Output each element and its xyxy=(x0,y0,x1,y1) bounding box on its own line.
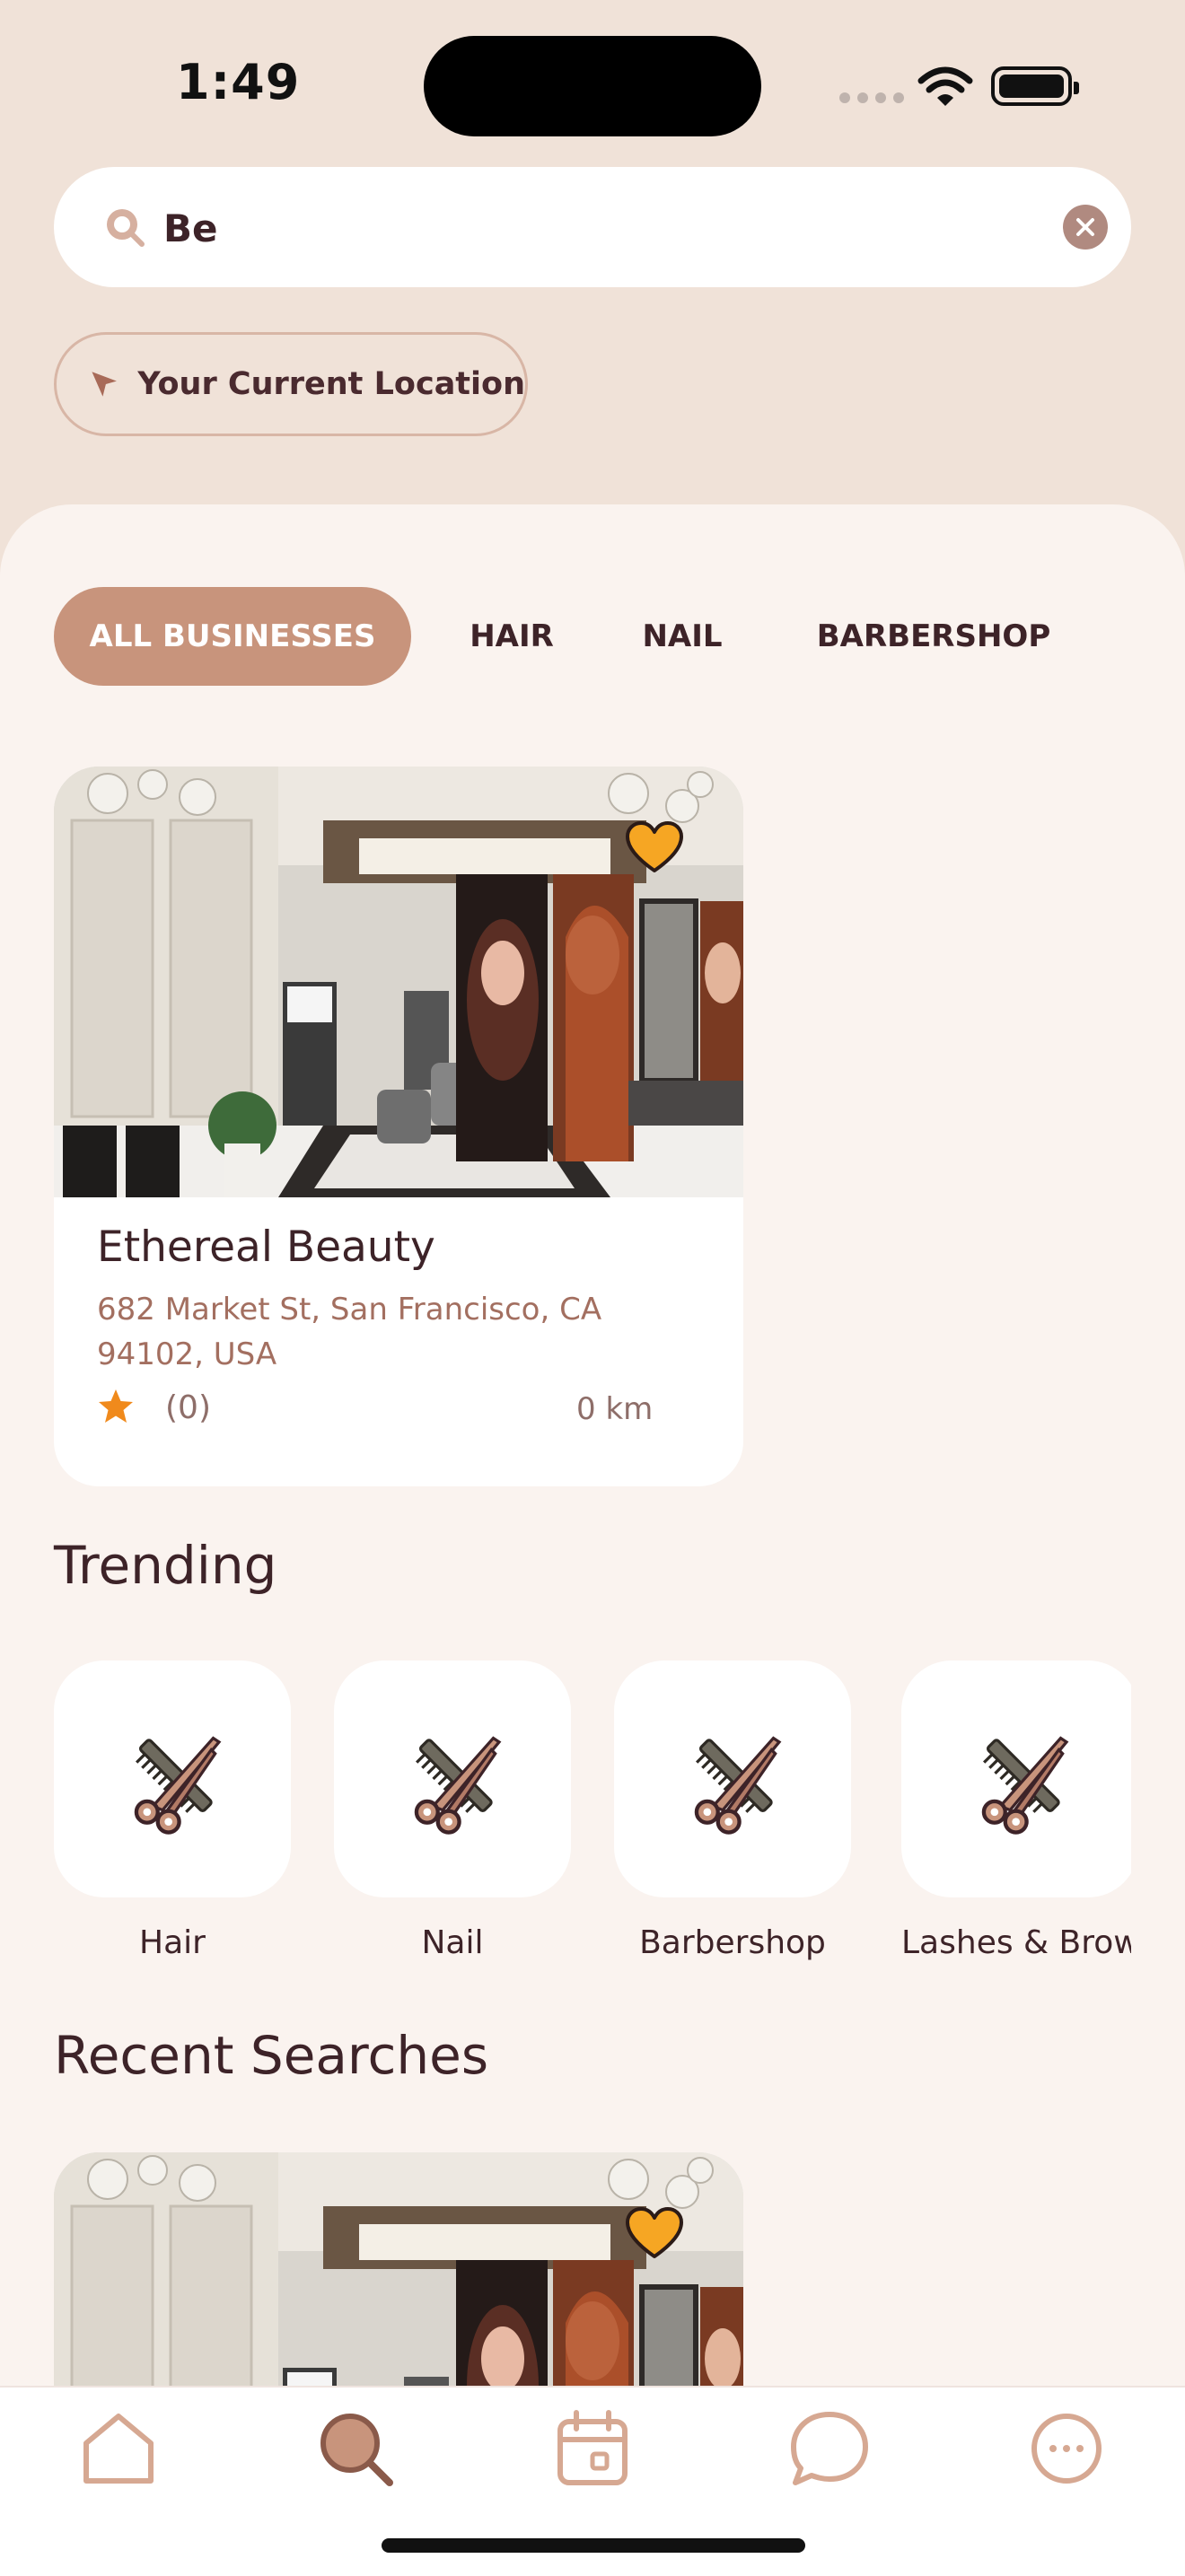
clear-search-button[interactable] xyxy=(1063,205,1108,250)
search-input[interactable] xyxy=(162,190,1063,266)
favorite-heart-icon[interactable] xyxy=(625,820,684,874)
current-location-button[interactable]: Your Current Location xyxy=(54,332,528,436)
home-indicator xyxy=(382,2538,805,2553)
scissors-comb-icon xyxy=(674,1721,791,1837)
wifi-icon xyxy=(917,66,973,106)
scissors-comb-icon xyxy=(961,1721,1078,1837)
trending-category-lashes-brows[interactable]: Lashes & Brows xyxy=(901,1660,1131,1961)
close-icon xyxy=(1076,218,1094,236)
category-label: Hair xyxy=(139,1924,206,1961)
more-icon[interactable] xyxy=(1022,2404,1111,2493)
trending-title: Trending xyxy=(54,1535,277,1596)
trending-category-hair[interactable]: Hair xyxy=(54,1660,291,1961)
tab-nail[interactable]: NAIL xyxy=(610,587,754,686)
favorite-heart-icon[interactable] xyxy=(625,2206,684,2260)
category-label: Lashes & Brows xyxy=(901,1924,1131,1961)
tab-all-businesses[interactable]: ALL BUSINESSES xyxy=(54,587,411,686)
content-panel: ALL BUSINESSES HAIR NAIL BARBERSHOP Ethe… xyxy=(0,504,1185,2574)
scissors-comb-icon xyxy=(394,1721,511,1837)
distance: 0 km xyxy=(576,1391,654,1427)
chat-icon[interactable] xyxy=(785,2404,874,2493)
recent-searches-title: Recent Searches xyxy=(54,2025,489,2086)
business-card[interactable]: Ethereal Beauty 682 Market St, San Franc… xyxy=(54,767,743,1486)
category-label: Barbershop xyxy=(639,1924,826,1961)
trending-categories: Hair Nail Barbershop Lashes & Brows xyxy=(54,1660,1131,2055)
search-icon[interactable] xyxy=(311,2404,400,2493)
tab-hair[interactable]: HAIR xyxy=(440,587,584,686)
search-bar xyxy=(54,167,1131,287)
trending-category-nail[interactable]: Nail xyxy=(334,1660,571,1961)
dynamic-island xyxy=(424,36,761,136)
star-icon xyxy=(99,1389,133,1423)
location-arrow-icon xyxy=(92,372,117,397)
search-icon xyxy=(107,209,145,247)
rating-count: (0) xyxy=(165,1389,211,1426)
business-name: Ethereal Beauty xyxy=(97,1222,435,1272)
cellular-signal-icon xyxy=(839,92,904,103)
calendar-icon[interactable] xyxy=(548,2404,637,2493)
trending-category-barbershop[interactable]: Barbershop xyxy=(614,1660,851,1961)
home-icon[interactable] xyxy=(74,2404,163,2493)
business-address: 682 Market St, San Francisco, CA 94102, … xyxy=(97,1292,602,1372)
battery-icon xyxy=(991,66,1079,106)
status-time: 1:49 xyxy=(176,54,301,110)
status-bar: 1:49 xyxy=(0,0,1185,162)
category-label: Nail xyxy=(421,1924,484,1961)
category-tabs: ALL BUSINESSES HAIR NAIL BARBERSHOP xyxy=(54,587,1185,686)
scissors-comb-icon xyxy=(114,1721,231,1837)
current-location-label: Your Current Location xyxy=(137,366,525,402)
tab-barbershop[interactable]: BARBERSHOP xyxy=(790,587,1077,686)
